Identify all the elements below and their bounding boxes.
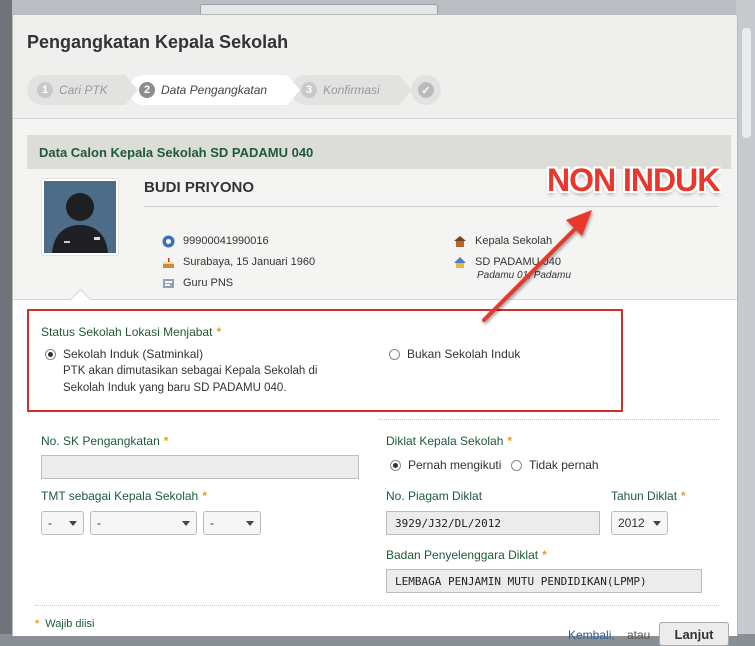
divider: [35, 605, 719, 606]
candidate-birth-row: Surabaya, 15 Januari 1960: [161, 255, 315, 269]
candidate-id: 99900041990016: [183, 235, 269, 247]
card-icon: [161, 276, 175, 290]
required-note: * Wajib diisi: [35, 618, 95, 630]
house-icon: [453, 255, 467, 269]
step-number: 3: [301, 82, 317, 98]
step-number: 2: [139, 82, 155, 98]
cake-icon: [161, 255, 175, 269]
chevron-down-icon: [69, 520, 77, 526]
diklat-option-tidak[interactable]: Tidak pernah: [511, 458, 599, 472]
piagam-input[interactable]: 3929/J32/DL/2012: [386, 511, 600, 535]
or-text: atau: [627, 628, 651, 642]
wizard-steps: 1 Cari PTK 2 Data Pengangkatan 3 Konfirm…: [27, 75, 445, 105]
step-number: 1: [37, 82, 53, 98]
candidate-birth: Surabaya, 15 Januari 1960: [183, 256, 316, 268]
dialog: Pengangkatan Kepala Sekolah 1 Cari PTK 2…: [12, 14, 738, 646]
badan-input[interactable]: LEMBAGA PENJAMIN MUTU PENDIDIKAN(LPMP): [386, 569, 702, 593]
radio-bukan-induk[interactable]: [389, 348, 400, 360]
chevron-down-icon: [182, 520, 190, 526]
tmt-month-select[interactable]: -: [90, 511, 197, 535]
diklat-option-pernah-label: Pernah mengikuti: [408, 458, 502, 472]
piagam-label: No. Piagam Diklat: [386, 489, 483, 503]
step-label: Konfirmasi: [323, 83, 380, 97]
radio-induk[interactable]: [45, 348, 56, 360]
annotation-label: NON INDUK: [547, 162, 720, 198]
background-left-edge: [0, 0, 12, 634]
status-label: Status Sekolah Lokasi Menjabat *: [41, 325, 222, 339]
chevron-down-icon: [653, 520, 661, 526]
radio-pernah[interactable]: [390, 459, 401, 471]
tahun-select[interactable]: 2012: [611, 511, 668, 535]
candidate-panel-title: Data Calon Kepala Sekolah SD PADAMU 040: [39, 144, 314, 160]
form-section: Status Sekolah Lokasi Menjabat * Sekolah …: [13, 288, 737, 646]
checkmark-icon: ✓: [418, 82, 434, 98]
wizard-step-cari-ptk[interactable]: 1 Cari PTK: [27, 75, 138, 105]
status-option-induk[interactable]: Sekolah Induk (Satminkal): [45, 347, 203, 361]
id-badge-icon: [161, 234, 175, 248]
status-option-induk-label: Sekolah Induk (Satminkal): [63, 347, 204, 361]
divider: [144, 206, 719, 207]
diklat-label: Diklat Kepala Sekolah *: [386, 434, 513, 448]
status-option-bukan-induk[interactable]: Bukan Sekolah Induk: [389, 347, 520, 361]
school-role-icon: [453, 234, 467, 248]
tahun-label: Tahun Diklat *: [611, 489, 686, 503]
diklat-option-pernah[interactable]: Pernah mengikuti: [390, 458, 501, 472]
annotation-arrow: [482, 210, 592, 322]
radio-tidak[interactable]: [511, 459, 522, 471]
status-option-bukan-induk-label: Bukan Sekolah Induk: [407, 347, 521, 361]
candidate-type: Guru PNS: [183, 277, 234, 289]
wizard-step-done[interactable]: ✓: [411, 75, 441, 105]
diklat-option-tidak-label: Tidak pernah: [529, 458, 599, 472]
background-scroll-thumb[interactable]: [742, 28, 751, 138]
candidate-name: BUDI PRIYONO: [144, 179, 255, 196]
back-link[interactable]: Kembali,: [568, 628, 615, 642]
avatar: [42, 179, 118, 255]
wizard-step-konfirmasi[interactable]: 3 Konfirmasi: [291, 75, 412, 105]
dialog-header: Pengangkatan Kepala Sekolah 1 Cari PTK 2…: [13, 15, 737, 119]
candidate-type-row: Guru PNS: [161, 276, 233, 290]
wizard-step-data-pengangkatan[interactable]: 2 Data Pengangkatan: [129, 75, 300, 105]
sk-label: No. SK Pengangkatan *: [41, 434, 169, 448]
step-label: Cari PTK: [59, 83, 108, 97]
tmt-year-select[interactable]: -: [203, 511, 261, 535]
chevron-down-icon: [246, 520, 254, 526]
status-help: PTK akan dimutasikan sebagai Kepala Seko…: [63, 365, 318, 394]
step-label: Data Pengangkatan: [161, 83, 268, 97]
sk-input[interactable]: [41, 455, 359, 479]
divider: [379, 419, 719, 420]
tmt-day-select[interactable]: -: [41, 511, 84, 535]
dialog-title: Pengangkatan Kepala Sekolah: [27, 32, 289, 52]
tmt-label: TMT sebagai Kepala Sekolah *: [41, 489, 207, 503]
next-button[interactable]: Lanjut: [659, 622, 729, 646]
candidate-id-row: 99900041990016: [161, 234, 269, 248]
badan-label: Badan Penyelenggara Diklat *: [386, 548, 547, 562]
